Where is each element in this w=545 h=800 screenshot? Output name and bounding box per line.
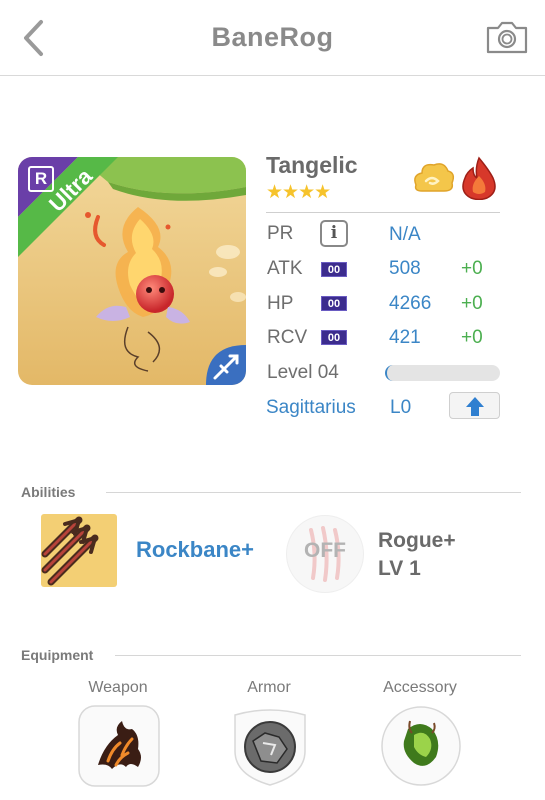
exp-progress-bar bbox=[385, 365, 500, 381]
pr-label: PR bbox=[267, 223, 294, 244]
star-rating: ★★★★ bbox=[266, 182, 331, 203]
passive-status: OFF bbox=[304, 539, 346, 562]
passive-ability-title: Rogue+ bbox=[378, 529, 456, 552]
rockbane-ability-icon[interactable] bbox=[41, 514, 117, 587]
abilities-divider bbox=[106, 492, 521, 493]
atk-plus-badge: 00 bbox=[321, 262, 347, 277]
arrow-up-icon bbox=[466, 397, 484, 416]
atk-bonus: +0 bbox=[461, 258, 483, 279]
name-divider bbox=[266, 212, 500, 213]
nav-bar: BaneRog bbox=[0, 0, 545, 76]
info-icon: i bbox=[330, 223, 338, 243]
fire-element-icon bbox=[459, 156, 499, 201]
rcv-value: 421 bbox=[389, 327, 421, 348]
zodiac-level: L0 bbox=[390, 397, 412, 418]
equipment-section-label: Equipment bbox=[21, 647, 94, 663]
weapon-label: Weapon bbox=[88, 679, 148, 696]
zodiac-name[interactable]: Sagittarius bbox=[266, 397, 356, 419]
rank-badge: R bbox=[28, 166, 54, 192]
passive-ability-name: Rogue+ LV 1 bbox=[378, 527, 456, 583]
screenshot-button[interactable] bbox=[485, 19, 529, 55]
atk-label: ATK bbox=[267, 258, 303, 279]
monster-name: Tangelic bbox=[266, 152, 358, 178]
armor-slot[interactable] bbox=[229, 705, 311, 787]
atk-value: 508 bbox=[389, 258, 421, 279]
cloud-element-icon bbox=[410, 157, 456, 199]
abilities-section-label: Abilities bbox=[21, 484, 76, 500]
armor-label: Armor bbox=[247, 679, 291, 696]
hp-value: 4266 bbox=[389, 293, 432, 314]
green-gem-accessory-icon bbox=[381, 706, 461, 786]
accessory-label: Accessory bbox=[383, 679, 457, 696]
rcv-plus-badge: 00 bbox=[321, 330, 347, 345]
page-title: BaneRog bbox=[211, 22, 334, 52]
equipment-divider bbox=[115, 655, 521, 656]
info-button[interactable]: i bbox=[320, 220, 348, 247]
accessory-slot[interactable] bbox=[380, 705, 462, 787]
monster-portrait[interactable]: R Ultra bbox=[18, 157, 246, 385]
zodiac-upgrade-button[interactable] bbox=[449, 392, 500, 419]
level-label: Level 04 bbox=[267, 362, 339, 383]
hp-bonus: +0 bbox=[461, 293, 483, 314]
camera-icon bbox=[486, 21, 528, 54]
hp-plus-badge: 00 bbox=[321, 296, 347, 311]
stone-shield-armor-icon bbox=[234, 709, 306, 786]
rcv-label: RCV bbox=[267, 327, 308, 348]
rcv-bonus: +0 bbox=[461, 327, 483, 348]
active-ability-name[interactable]: Rockbane+ bbox=[136, 537, 254, 563]
lava-claw-weapon-icon bbox=[78, 705, 160, 787]
pr-value: N/A bbox=[389, 224, 421, 245]
hp-label: HP bbox=[267, 293, 294, 314]
passive-ability-level: LV 1 bbox=[378, 557, 421, 580]
weapon-slot[interactable] bbox=[78, 705, 160, 787]
